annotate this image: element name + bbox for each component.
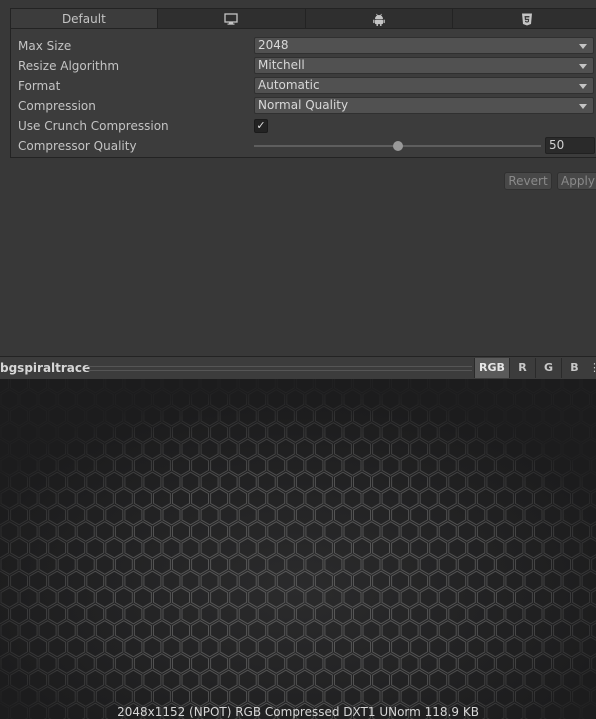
revert-button-label: Revert (508, 174, 548, 188)
tab-default-label: Default (61, 12, 106, 26)
apply-button[interactable]: Apply (557, 172, 596, 190)
tab-android[interactable] (304, 8, 454, 29)
apply-button-label: Apply (561, 174, 595, 188)
monitor-icon (224, 13, 238, 25)
crunch-compression-label: Use Crunch Compression (18, 119, 169, 133)
android-icon (373, 13, 385, 26)
platform-settings-panel: Max Size 2048 Resize Algorithm Mitchell … (10, 28, 596, 158)
hexagon-texture-image (0, 379, 596, 719)
dropdown-arrow-icon (579, 64, 587, 69)
platform-tabs: Default (10, 8, 596, 29)
channel-b-button[interactable]: B (561, 358, 587, 378)
compression-dropdown[interactable]: Normal Quality (254, 97, 594, 114)
resize-algorithm-label: Resize Algorithm (18, 59, 120, 73)
checkmark-icon: ✓ (256, 119, 266, 132)
tab-default[interactable]: Default (10, 8, 158, 29)
texture-preview: 2048x1152 (NPOT) RGB Compressed DXT1 UNo… (0, 379, 596, 719)
compressor-quality-field[interactable]: 50 (545, 137, 595, 154)
asset-name: bgspiraltrace (0, 361, 91, 375)
resize-algorithm-dropdown[interactable]: Mitchell (254, 57, 594, 74)
dropdown-arrow-icon (579, 84, 587, 89)
channel-rgb-button[interactable]: RGB (474, 358, 509, 378)
compression-value: Normal Quality (258, 98, 349, 112)
max-size-value: 2048 (258, 38, 289, 52)
format-label: Format (18, 79, 61, 93)
revert-button[interactable]: Revert (504, 172, 552, 190)
compression-label: Compression (18, 99, 96, 113)
tab-standalone[interactable] (156, 8, 306, 29)
toolbar-grip[interactable] (86, 366, 472, 371)
dropdown-arrow-icon (579, 104, 587, 109)
max-size-label: Max Size (18, 39, 72, 53)
crunch-compression-checkbox[interactable]: ✓ (254, 119, 268, 133)
texture-info-caption: 2048x1152 (NPOT) RGB Compressed DXT1 UNo… (117, 705, 479, 719)
compressor-quality-slider-thumb[interactable] (392, 141, 403, 151)
max-size-dropdown[interactable]: 2048 (254, 37, 594, 54)
html5-icon (521, 13, 532, 25)
resize-algorithm-value: Mitchell (258, 58, 305, 72)
compressor-quality-value: 50 (549, 138, 565, 152)
dropdown-arrow-icon (579, 44, 587, 49)
tab-webgl[interactable] (452, 8, 596, 29)
more-options-icon[interactable]: ⋮ (589, 358, 596, 378)
channel-g-button[interactable]: G (535, 358, 561, 378)
preview-toolbar: bgspiraltrace RGB R G B ⋮ (0, 356, 596, 380)
format-dropdown[interactable]: Automatic (254, 77, 594, 94)
format-value: Automatic (258, 78, 320, 92)
compressor-quality-label: Compressor Quality (18, 139, 137, 153)
channel-r-button[interactable]: R (509, 358, 535, 378)
